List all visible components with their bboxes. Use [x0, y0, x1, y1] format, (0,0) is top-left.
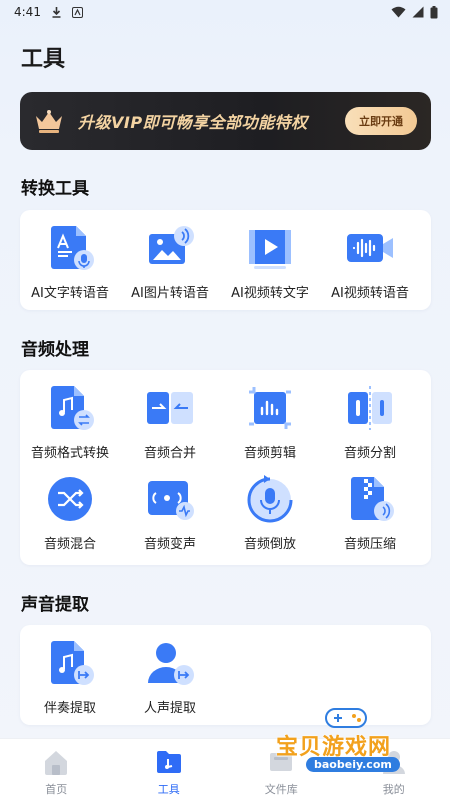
tool-label: AI图片转语音 [131, 286, 209, 301]
nav-item-home[interactable]: 首页 [0, 739, 113, 800]
vip-banner[interactable]: 升级VIP即可畅享全部功能特权 立即开通 [20, 92, 431, 150]
tool-audio-merge[interactable]: 音频合并 [120, 382, 220, 461]
text-to-speech-icon [51, 226, 94, 270]
tool-video-to-speech[interactable]: AI视频转语音 [320, 222, 420, 301]
tool-audio-format[interactable]: 音频格式转换 [20, 382, 120, 461]
nav-label: 工具 [157, 783, 180, 796]
tool-label: 音频变声 [143, 537, 196, 552]
tool-label: 音频分割 [343, 446, 396, 461]
accompaniment-extract-icon [51, 641, 94, 685]
tool-label: AI文字转语音 [31, 286, 109, 301]
section-title-convert: 转换工具 [21, 179, 89, 199]
tool-label: AI视频转语音 [331, 286, 409, 301]
vip-open-button[interactable]: 立即开通 [345, 107, 417, 135]
wifi-icon [391, 6, 406, 18]
tool-label: 音频混合 [43, 537, 96, 552]
tool-label: 音频剪辑 [243, 446, 296, 461]
tools-folder-icon [156, 751, 181, 773]
watermark-url: baobeiy.com [306, 757, 400, 772]
tool-label: AI视频转文字 [231, 286, 309, 301]
audio-compress-icon [351, 477, 394, 521]
tool-vocal-extract[interactable]: 人声提取 [120, 637, 220, 716]
tool-label: 音频格式转换 [30, 446, 109, 461]
battery-icon [430, 5, 438, 18]
nav-label: 首页 [45, 783, 68, 796]
audio-reverse-icon [247, 475, 293, 523]
tool-audio-split[interactable]: 音频分割 [320, 382, 420, 461]
vocal-extract-icon [148, 643, 194, 685]
nav-item-tools[interactable]: 工具 [113, 739, 226, 800]
voice-change-icon [148, 481, 194, 520]
download-icon [52, 7, 61, 18]
status-bar: 4:41 [0, 0, 450, 24]
app-notification-icon [71, 6, 83, 18]
status-left: 4:41 [14, 5, 83, 19]
tool-label: 音频倒放 [243, 537, 296, 552]
audio-mix-icon [48, 477, 92, 521]
audio-merge-icon [147, 392, 193, 424]
tool-label: 人声提取 [143, 701, 196, 716]
image-to-speech-icon [149, 226, 194, 264]
audio-split-icon [348, 386, 392, 430]
vip-promo-text: 升级VIP即可畅享全部功能特权 [78, 113, 308, 132]
tool-video-to-text[interactable]: AI视频转文字 [220, 222, 320, 301]
audio-crop-icon [249, 387, 291, 429]
page-title: 工具 [21, 47, 66, 72]
tool-text-to-speech[interactable]: AI文字转语音 [20, 222, 120, 301]
audio-format-convert-icon [51, 386, 94, 430]
tool-voice-change[interactable]: 音频变声 [120, 473, 220, 552]
tool-audio-reverse[interactable]: 音频倒放 [220, 473, 320, 552]
tool-label: 音频压缩 [343, 537, 396, 552]
gamepad-icon [325, 708, 367, 728]
status-time: 4:41 [14, 5, 41, 19]
tool-label: 伴奏提取 [43, 701, 96, 716]
convert-tools-card: AI文字转语音 AI图片转语音 AI视频转文字 AI视频转语音 [20, 210, 431, 310]
signal-icon [412, 6, 424, 18]
video-to-speech-icon [347, 234, 393, 262]
section-title-audio: 音频处理 [21, 340, 89, 360]
section-title-extract: 声音提取 [21, 595, 89, 615]
tool-audio-compress[interactable]: 音频压缩 [320, 473, 420, 552]
home-icon [45, 751, 68, 775]
status-right [391, 5, 438, 19]
watermark: 宝贝游戏网 baobeiy.com [276, 705, 436, 785]
tool-audio-mix[interactable]: 音频混合 [20, 473, 120, 552]
tool-accompaniment-extract[interactable]: 伴奏提取 [20, 637, 120, 716]
tool-audio-crop[interactable]: 音频剪辑 [220, 382, 320, 461]
tool-image-to-speech[interactable]: AI图片转语音 [120, 222, 220, 301]
audio-tools-card: 音频格式转换 音频合并 音频剪辑 音频分割 音频混合 音频变声 音频倒放 音频压… [20, 370, 431, 565]
video-to-text-icon [249, 230, 291, 269]
crown-icon [36, 110, 62, 133]
tool-label: 音频合并 [143, 446, 196, 461]
